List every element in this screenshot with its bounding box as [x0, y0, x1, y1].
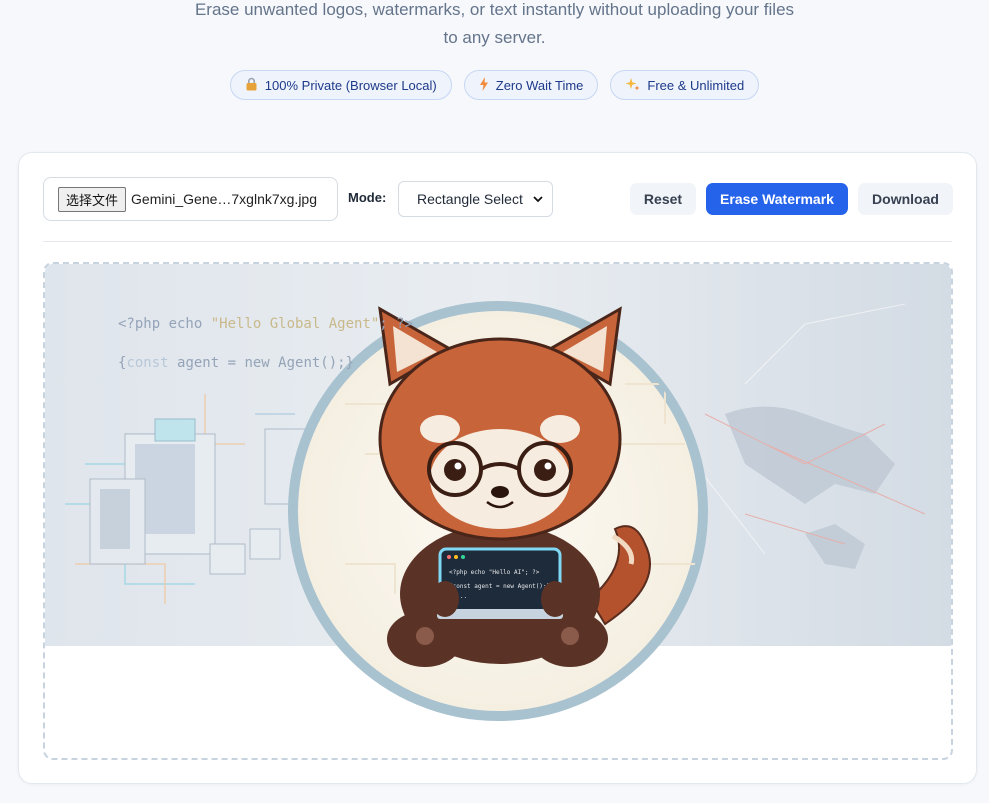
uploaded-image: <?php echo "Hello AI"; ?> {const agent =… — [45, 264, 951, 721]
code-line-2-part-c: agent = new Agent();} — [168, 355, 355, 371]
badge-free-label: Free & Unlimited — [647, 77, 745, 93]
choose-file-button[interactable]: 选择文件 — [58, 186, 127, 212]
image-canvas[interactable]: <?php echo "Hello AI"; ?> {const agent =… — [43, 262, 953, 760]
code-line-2: {const agent = new Agent();} — [118, 355, 354, 371]
code-line-2-keyword: const — [126, 355, 169, 371]
toolbar-divider — [43, 241, 952, 242]
badge-private: 100% Private (Browser Local) — [229, 70, 452, 100]
chevron-down-icon — [533, 196, 543, 203]
mode-select[interactable]: Rectangle Select — [398, 181, 553, 217]
mode-select-value: Rectangle Select — [417, 191, 523, 207]
selected-file-name: Gemini_Gene…7xglnk7xg.jpg — [131, 191, 318, 207]
badge-private-label: 100% Private (Browser Local) — [264, 77, 437, 93]
code-line-1: <?php echo "Hello Global Agent"; ?> — [118, 316, 413, 332]
erase-watermark-button[interactable]: Erase Watermark — [706, 183, 848, 215]
editor-toolbar: 选择文件 Gemini_Gene…7xglnk7xg.jpg Mode: Rec… — [43, 177, 953, 222]
sparkles-icon — [625, 77, 640, 94]
laptop-code-line-1: <?php echo "Hello AI"; ?> — [449, 569, 540, 576]
lock-icon — [245, 77, 258, 93]
feature-badges: 100% Private (Browser Local) Zero Wait T… — [0, 70, 989, 100]
code-line-1-part-a: <?php echo — [118, 316, 211, 332]
reset-button[interactable]: Reset — [630, 183, 696, 215]
lightning-icon — [479, 77, 489, 93]
editor-card: 选择文件 Gemini_Gene…7xglnk7xg.jpg Mode: Rec… — [18, 152, 977, 784]
laptop-code-line-2: {const agent = new Agent();} — [449, 583, 550, 590]
download-button[interactable]: Download — [858, 183, 953, 215]
mode-label: Mode: — [348, 190, 387, 205]
badge-free: Free & Unlimited — [610, 70, 760, 100]
hero-subtitle-line-1: Erase unwanted logos, watermarks, or tex… — [194, 0, 795, 19]
hero-subtitle-line-2: to any server. — [443, 28, 546, 47]
file-input[interactable]: 选择文件 Gemini_Gene…7xglnk7xg.jpg — [43, 177, 338, 221]
code-line-1-part-c: ; ?> — [379, 316, 414, 332]
code-line-1-string: "Hello Global Agent" — [210, 316, 380, 332]
badge-zero-wait: Zero Wait Time — [463, 70, 599, 100]
badge-zero-wait-label: Zero Wait Time — [495, 77, 584, 93]
hero-subtitle: Erase unwanted logos, watermarks, or tex… — [0, 0, 989, 52]
